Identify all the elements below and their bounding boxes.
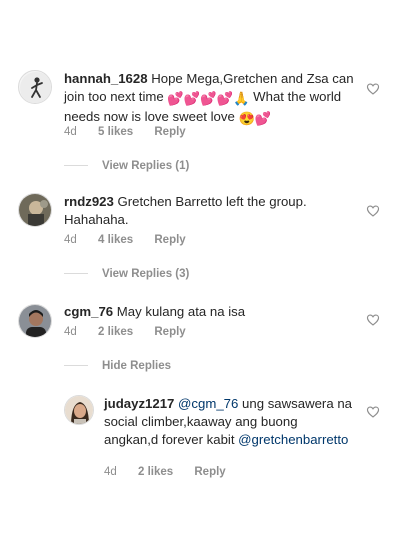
comment-likes[interactable]: 5 likes: [98, 126, 133, 138]
avatar[interactable]: [18, 304, 52, 338]
comment-age: 4d: [64, 326, 77, 338]
avatar[interactable]: [18, 70, 52, 104]
comment-username[interactable]: rndz923: [64, 194, 114, 209]
reply-username[interactable]: judayz1217: [104, 396, 174, 411]
view-replies-line: [64, 273, 88, 275]
view-replies-button[interactable]: View Replies (1): [64, 160, 189, 172]
heart-outline-icon[interactable]: [366, 405, 380, 419]
comment-text: May kulang ata na isa: [116, 304, 246, 319]
mention-link[interactable]: @cgm_76: [178, 396, 238, 411]
heart-outline-icon[interactable]: [366, 204, 380, 218]
reply-button[interactable]: Reply: [154, 326, 185, 338]
reply-button[interactable]: Reply: [154, 234, 185, 246]
view-replies-button[interactable]: View Replies (3): [64, 268, 189, 280]
hide-replies-label: Hide Replies: [102, 360, 172, 372]
comment-meta: 4d 4 likes Reply: [64, 234, 204, 246]
heart-outline-icon[interactable]: [366, 82, 380, 96]
reply-age: 4d: [104, 466, 117, 478]
comment-username[interactable]: hannah_1628: [64, 71, 148, 86]
mention-link[interactable]: @gretchenbarretto: [238, 432, 348, 447]
comment-likes[interactable]: 2 likes: [98, 326, 133, 338]
comment-meta: 4d 2 likes Reply: [64, 326, 204, 338]
comment-emojis-end: 😍💕: [238, 111, 272, 126]
reply-button[interactable]: Reply: [154, 126, 185, 138]
comment-meta: 4d 5 likes Reply: [64, 126, 204, 138]
hide-replies-line: [64, 365, 88, 367]
avatar-image: [65, 396, 93, 424]
reply-meta: 4d 2 likes Reply: [104, 466, 244, 478]
avatar-image: [19, 194, 51, 226]
heart-outline-icon[interactable]: [366, 313, 380, 327]
hide-replies-button[interactable]: Hide Replies: [64, 360, 171, 372]
reply-body: judayz1217 @cgm_76 ung sawsawera na soci…: [104, 395, 354, 449]
comment-age: 4d: [64, 126, 77, 138]
comment-body: cgm_76 May kulang ata na isa: [64, 303, 334, 321]
comment-body: rndz923 Gretchen Barretto left the group…: [64, 193, 334, 229]
comment-emojis: 💕💕💕💕🙏: [167, 91, 250, 106]
comment-username[interactable]: cgm_76: [64, 304, 113, 319]
avatar[interactable]: [64, 395, 94, 425]
view-replies-label: View Replies (3): [102, 268, 190, 280]
comment-body: hannah_1628 Hope Mega,Gretchen and Zsa c…: [64, 70, 354, 128]
comment-likes[interactable]: 4 likes: [98, 234, 133, 246]
avatar-image: [20, 72, 51, 103]
view-replies-label: View Replies (1): [102, 160, 190, 172]
avatar-image: [19, 305, 51, 337]
avatar[interactable]: [18, 193, 52, 227]
reply-button[interactable]: Reply: [194, 466, 225, 478]
comment-age: 4d: [64, 234, 77, 246]
reply-likes[interactable]: 2 likes: [138, 466, 173, 478]
view-replies-line: [64, 165, 88, 167]
